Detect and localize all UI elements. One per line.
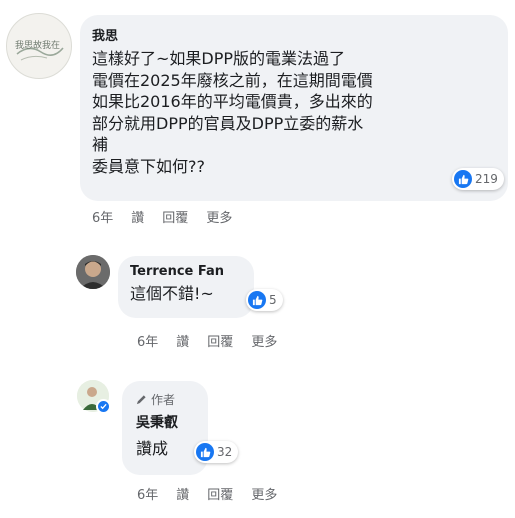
comment-bubble: 我思 這樣好了~如果DPP版的電業法過了 電價在2025年廢核之前，在這期間電價… bbox=[80, 15, 508, 201]
comment-actions: 6年 讚 回覆 更多 bbox=[137, 331, 295, 350]
timestamp[interactable]: 6年 bbox=[92, 207, 113, 226]
like-icon bbox=[248, 291, 266, 309]
like-button[interactable]: 讚 bbox=[176, 331, 189, 350]
more-button[interactable]: 更多 bbox=[251, 484, 277, 503]
timestamp[interactable]: 6年 bbox=[137, 484, 158, 503]
comment-text: 這個不錯!~ bbox=[130, 284, 214, 303]
like-icon bbox=[454, 170, 472, 188]
reaction-count[interactable]: 32 bbox=[194, 441, 239, 463]
comment-actions: 6年 讚 回覆 更多 bbox=[137, 484, 295, 503]
pencil-icon bbox=[136, 395, 146, 405]
comment-bubble: Terrence Fan 這個不錯!~ bbox=[118, 256, 254, 318]
like-icon bbox=[196, 443, 214, 461]
timestamp[interactable]: 6年 bbox=[137, 331, 158, 350]
verified-badge-icon bbox=[96, 399, 111, 414]
like-button[interactable]: 讚 bbox=[176, 484, 189, 503]
avatar[interactable] bbox=[76, 255, 110, 289]
like-button[interactable]: 讚 bbox=[131, 207, 144, 226]
reaction-count[interactable]: 219 bbox=[452, 168, 504, 190]
comment-text: 讚成 bbox=[136, 439, 169, 458]
comment-text: 這樣好了~如果DPP版的電業法過了 電價在2025年廢核之前，在這期間電價 如果… bbox=[92, 49, 373, 176]
reply-button[interactable]: 回覆 bbox=[207, 484, 233, 503]
comment-author[interactable]: Terrence Fan bbox=[130, 264, 242, 279]
reaction-number: 219 bbox=[475, 172, 498, 186]
more-button[interactable]: 更多 bbox=[206, 207, 232, 226]
avatar-text: 我思故我在 bbox=[15, 41, 61, 51]
author-tag: 作者 bbox=[136, 391, 194, 408]
more-button[interactable]: 更多 bbox=[251, 331, 277, 350]
comment-bubble: 作者 吳秉叡 讚成 bbox=[122, 381, 208, 475]
reaction-number: 32 bbox=[217, 445, 233, 459]
avatar-photo bbox=[76, 255, 110, 289]
reaction-number: 5 bbox=[269, 293, 277, 307]
avatar[interactable]: 我思故我在 bbox=[6, 13, 72, 79]
reply-button[interactable]: 回覆 bbox=[207, 331, 233, 350]
reply-button[interactable]: 回覆 bbox=[162, 207, 188, 226]
reaction-count[interactable]: 5 bbox=[246, 289, 283, 311]
avatar[interactable] bbox=[77, 380, 111, 414]
comment-actions: 6年 讚 回覆 更多 bbox=[92, 207, 250, 226]
author-tag-label: 作者 bbox=[151, 393, 176, 407]
comment-author[interactable]: 吳秉叡 bbox=[136, 412, 194, 432]
comment-author[interactable]: 我思 bbox=[92, 25, 496, 44]
